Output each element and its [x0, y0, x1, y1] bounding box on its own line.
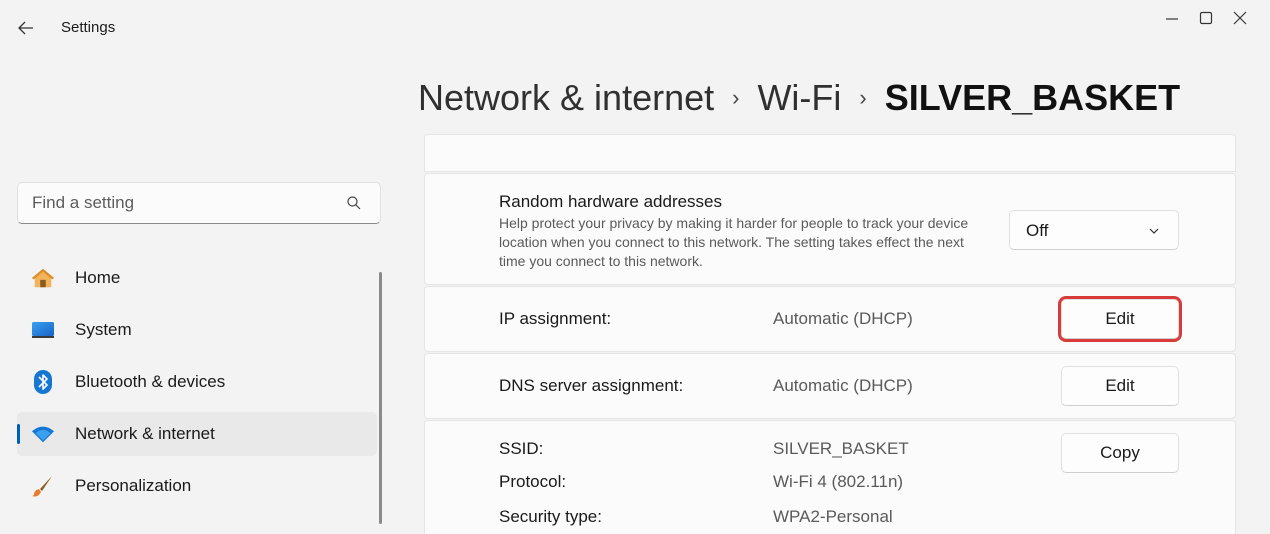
sidebar-item-label: System	[75, 320, 132, 339]
sidebar-item-label: Bluetooth & devices	[75, 372, 226, 391]
sidebar-item-bluetooth[interactable]: Bluetooth & devices	[17, 360, 377, 404]
random-hardware-addresses-row: Random hardware addresses Help protect y…	[424, 173, 1236, 285]
dns-assignment-row: DNS server assignment: Automatic (DHCP) …	[424, 353, 1236, 419]
breadcrumb-current-network: SILVER_BASKET	[884, 77, 1181, 118]
settings-card-top	[424, 134, 1236, 172]
nav-scrollbar[interactable]	[379, 272, 382, 524]
network-properties-card: SSID: SILVER_BASKET Protocol: Wi-Fi 4 (8…	[424, 420, 1236, 534]
random-hardware-value: Off	[1026, 221, 1049, 240]
close-button[interactable]	[1226, 6, 1254, 30]
sidebar-item-label: Personalization	[75, 476, 192, 495]
sidebar-item-personalization[interactable]: Personalization	[17, 464, 377, 508]
maximize-icon	[1199, 11, 1213, 25]
random-hardware-description: Help protect your privacy by making it h…	[499, 215, 969, 269]
sidebar-item-system[interactable]: System	[17, 308, 377, 352]
wifi-icon	[31, 422, 55, 446]
search-input[interactable]	[32, 192, 332, 214]
breadcrumb-wifi[interactable]: Wi-Fi	[757, 77, 841, 119]
breadcrumb-network-internet[interactable]: Network & internet	[418, 77, 714, 119]
ip-assignment-value: Automatic (DHCP)	[773, 309, 913, 328]
bluetooth-icon	[31, 370, 55, 394]
breadcrumb-separator-icon: ›	[859, 85, 867, 110]
random-hardware-title: Random hardware addresses	[499, 192, 723, 211]
back-button[interactable]	[12, 16, 40, 40]
protocol-value: Wi-Fi 4 (802.11n)	[773, 472, 904, 491]
minimize-button[interactable]	[1158, 6, 1186, 30]
paintbrush-icon	[31, 474, 55, 498]
breadcrumb-separator-icon: ›	[732, 85, 740, 110]
security-type-label: Security type:	[499, 507, 602, 526]
protocol-label: Protocol:	[499, 472, 567, 491]
title-bar: Settings	[0, 0, 1270, 56]
chevron-down-icon	[1149, 228, 1159, 234]
sidebar-item-label: Home	[75, 268, 121, 287]
search-icon	[347, 196, 361, 210]
dns-assignment-label: DNS server assignment:	[499, 376, 684, 395]
security-type-value: WPA2-Personal	[773, 507, 893, 526]
back-arrow-icon	[18, 21, 33, 35]
home-icon	[31, 266, 55, 290]
search-box[interactable]	[17, 182, 381, 224]
maximize-button[interactable]	[1192, 6, 1220, 30]
ip-assignment-label: IP assignment:	[499, 309, 612, 328]
minimize-icon	[1166, 18, 1178, 20]
ip-edit-button[interactable]: Edit	[1058, 296, 1182, 342]
ip-assignment-row: IP assignment: Automatic (DHCP) Edit	[424, 286, 1236, 352]
close-icon	[1233, 11, 1247, 25]
breadcrumb: Network & internet › Wi-Fi › SILVER_BASK…	[418, 74, 1180, 122]
sidebar-item-network[interactable]: Network & internet	[17, 412, 377, 456]
monitor-icon	[31, 318, 55, 342]
copy-button[interactable]: Copy	[1061, 433, 1179, 473]
dns-assignment-value: Automatic (DHCP)	[773, 376, 913, 395]
sidebar-item-home[interactable]: Home	[17, 256, 377, 300]
selected-indicator	[17, 424, 20, 444]
random-hardware-dropdown[interactable]: Off	[1009, 210, 1179, 250]
sidebar-item-label: Network & internet	[75, 424, 215, 443]
ssid-value: SILVER_BASKET	[773, 439, 909, 458]
dns-edit-button[interactable]: Edit	[1061, 366, 1179, 406]
ssid-label: SSID:	[499, 439, 544, 458]
app-title: Settings	[61, 19, 116, 36]
